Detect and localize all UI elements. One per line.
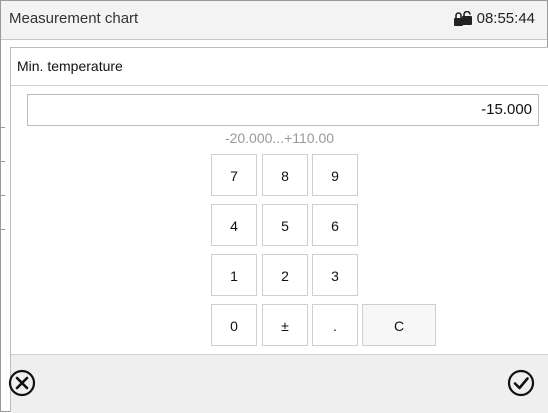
key-plus-minus[interactable]: ± (262, 304, 308, 346)
key-5[interactable]: 5 (262, 204, 308, 246)
key-1[interactable]: 1 (211, 254, 257, 296)
key-6[interactable]: 6 (312, 204, 358, 246)
key-9[interactable]: 9 (312, 154, 358, 196)
key-7[interactable]: 7 (211, 154, 257, 196)
key-0[interactable]: 0 (211, 304, 257, 346)
range-text: -20.000...+110.00 (224, 130, 335, 146)
clock: 08:55:44 (476, 10, 535, 27)
app-title: Measurement chart (9, 10, 139, 27)
background-divider (1, 161, 5, 162)
key-3[interactable]: 3 (312, 254, 358, 296)
background-divider (1, 195, 5, 196)
background-divider (1, 127, 5, 128)
key-clear[interactable]: C (362, 304, 436, 346)
status-bar: Measurement chart 08:55:44 (1, 1, 547, 40)
key-8[interactable]: 8 (262, 154, 308, 196)
app-window: Measurement chart 08:55:44 Min. temperat… (0, 0, 548, 413)
confirm-icon[interactable] (506, 368, 536, 398)
numeric-entry-dialog: Min. temperature -15.000 -20.000...+110.… (8, 47, 548, 413)
value-input[interactable]: -15.000 (27, 94, 539, 126)
lock-icon (453, 10, 472, 26)
status-area: 08:55:44 (453, 10, 535, 27)
dialog-footer (8, 354, 548, 413)
range-hint: -20.000...+110.00 (11, 130, 548, 146)
dialog-header: Min. temperature (11, 48, 548, 86)
background-divider (1, 229, 5, 230)
key-2[interactable]: 2 (262, 254, 308, 296)
dialog-title: Min. temperature (17, 58, 123, 74)
key-4[interactable]: 4 (211, 204, 257, 246)
key-decimal-point[interactable]: . (312, 304, 358, 346)
cancel-icon[interactable] (7, 368, 37, 398)
